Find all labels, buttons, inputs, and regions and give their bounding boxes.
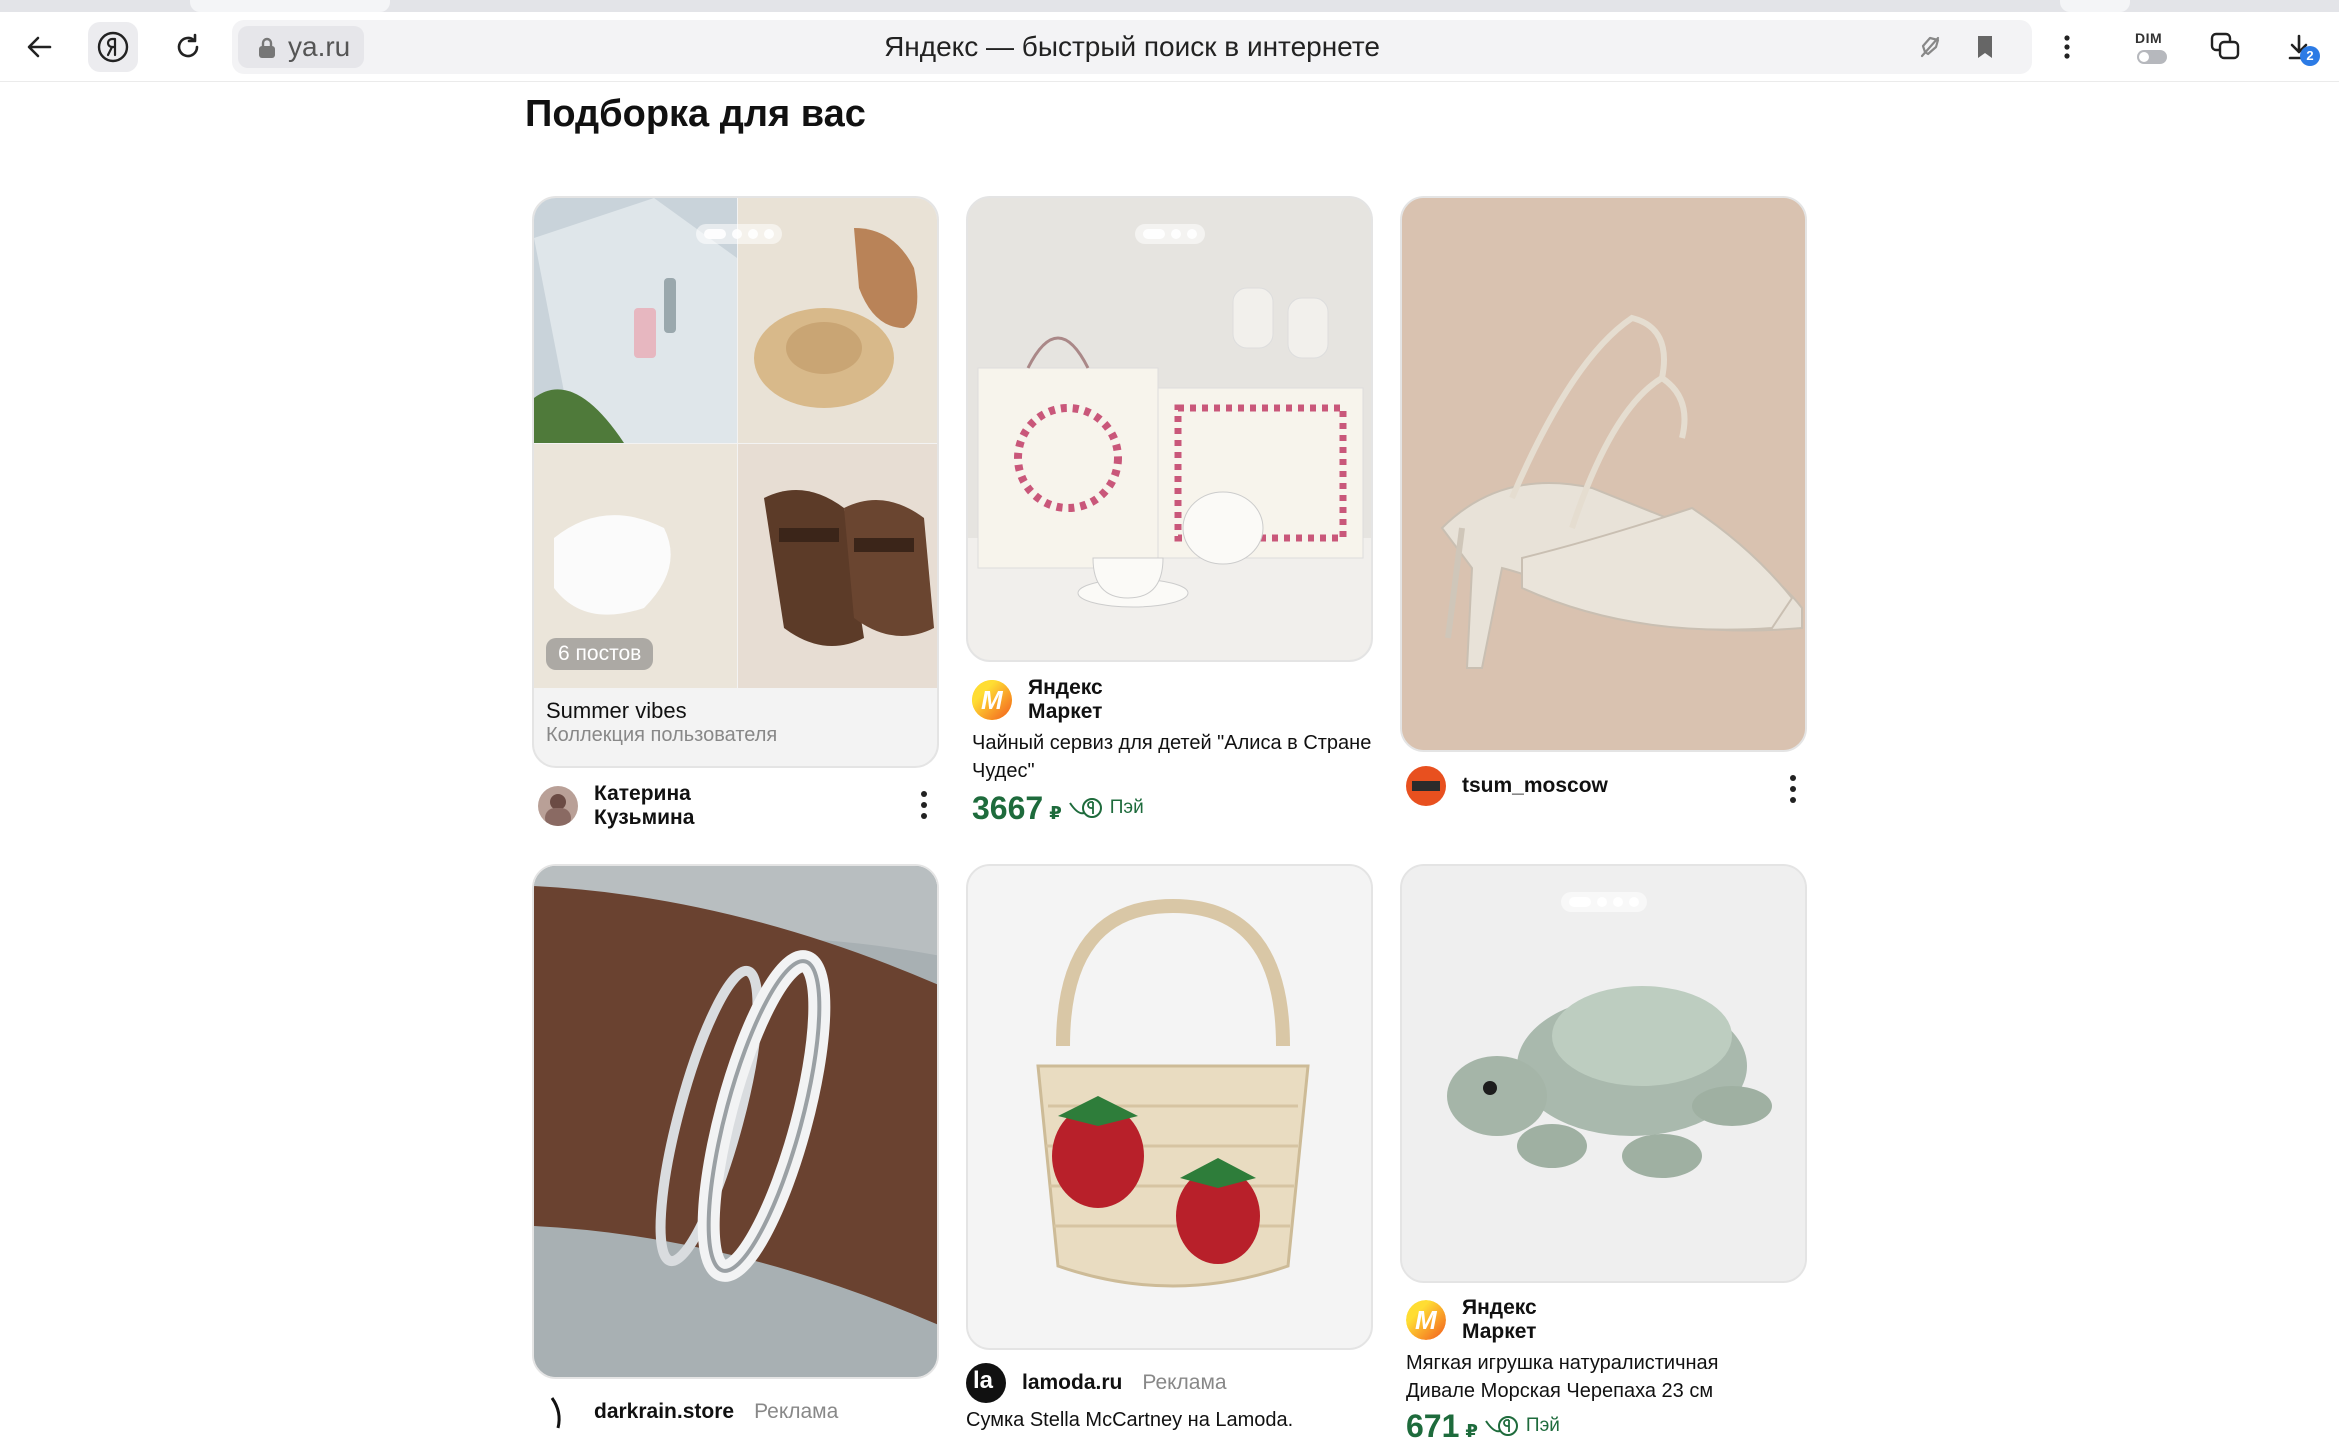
tab-right[interactable] [2060,0,2130,12]
strawberry-basket-image [968,866,1371,1348]
no-tracking-icon[interactable] [1915,32,1945,62]
address-bar[interactable]: ya.ru Яндекс — быстрый поиск в интернете [232,20,2032,74]
yandex-pay-icon [1485,1416,1518,1436]
pay-label: Пэй [1525,1415,1560,1436]
source-row[interactable]: darkrain.store Реклама [538,1392,838,1432]
menu-button[interactable] [2042,22,2092,72]
tsum-logo-icon [1406,766,1446,806]
ad-label: Реклама [1142,1371,1227,1394]
sandals-image [1402,198,1805,750]
collection-title: Summer vibes [546,698,687,723]
pay-label: Пэй [1109,797,1144,818]
author-row[interactable]: Катерина Кузьмина [538,782,694,830]
product-image[interactable] [1400,864,1807,1283]
avatar [538,786,578,826]
more-options-button[interactable] [914,785,934,825]
menu-dots-icon [2064,35,2070,59]
carousel-dots [1560,892,1647,912]
yandex-logo-icon [97,31,129,63]
downloads-button[interactable] [2274,22,2324,72]
lamoda-logo-icon: la [966,1363,1006,1403]
price-currency: ₽ [1465,1421,1478,1438]
author-name: Катерина Кузьмина [594,782,695,829]
more-options-button[interactable] [1783,769,1803,809]
dim-label: DIM [2135,30,2163,46]
price-value: 3667 [972,790,1044,826]
bookmark-icon[interactable] [1970,32,2000,62]
yandex-market-logo-icon: M [1406,1300,1446,1340]
dim-toggle-icon [2137,50,2167,64]
alice-chat-button[interactable] [2200,22,2250,72]
source-name: tsum_moscow [1462,774,1608,797]
yandex-home-button[interactable] [88,22,138,72]
source-row[interactable]: M Яндекс Маркет [1406,1296,1537,1344]
reload-button[interactable] [163,22,213,72]
product-image[interactable] [966,196,1373,662]
carousel-dots [696,224,782,244]
reload-icon [177,33,199,58]
browser-toolbar: ya.ru Яндекс — быстрый поиск в интернете… [0,12,2339,82]
url-domain-chip[interactable]: ya.ru [238,26,365,68]
lock-icon [259,37,275,58]
source-name: darkrain.store [594,1400,735,1423]
yandex-pay-icon [1068,798,1102,818]
turtle-toy-image [1402,866,1805,1281]
source-name: lamoda.ru [1022,1371,1123,1394]
price-row: 3667 ₽ Пэй [972,790,1144,827]
active-tab[interactable] [190,0,390,12]
post-count-badge: 6 постов [546,638,654,670]
product-description[interactable]: Мягкая игрушка натуралистичная Дивале Мо… [1406,1349,1786,1405]
tea-set-image [968,198,1371,660]
page-title-in-address: Яндекс — быстрый поиск в интернете [884,31,1380,62]
yandex-market-logo-icon: M [972,680,1012,720]
dim-toggle[interactable]: DIM [2133,30,2173,70]
alice-chat-icon [2210,32,2240,60]
url-domain: ya.ru [288,31,351,62]
price-currency: ₽ [1049,803,1062,823]
source-name: Яндекс Маркет [1462,1296,1537,1343]
back-icon [27,36,52,58]
source-row[interactable]: la lamoda.ru Реклама [966,1363,1227,1403]
ad-image[interactable] [966,864,1373,1350]
yandex-pay-badge: Пэй [1068,797,1144,819]
source-name: Яндекс Маркет [1028,676,1103,723]
ad-description[interactable]: Сумка Stella McCartney на Lamoda. [966,1406,1386,1434]
bracelet-image [534,866,937,1377]
collection-collage-image [534,198,937,688]
tab-strip [0,0,2339,12]
ad-image[interactable] [532,864,939,1379]
collection-subtitle: Коллекция пользователя [546,724,778,746]
post-image[interactable] [1400,196,1807,752]
carousel-dots [1134,224,1205,244]
ad-label: Реклама [754,1400,839,1423]
source-row[interactable]: tsum_moscow [1406,766,1608,806]
downloads-count-badge: 2 [2300,46,2320,66]
price-value: 671 [1406,1408,1460,1438]
price-row: 671 ₽ Пэй [1406,1408,1560,1438]
source-row[interactable]: M Яндекс Маркет [972,676,1103,724]
yandex-pay-badge: Пэй [1484,1415,1560,1437]
feed-title: Подборка для вас [525,93,866,135]
product-description[interactable]: Чайный сервиз для детей "Алиса в Стране … [972,729,1382,785]
back-button[interactable] [14,22,64,72]
darkrain-logo-icon [538,1392,578,1432]
collection-preview[interactable]: 6 постов Summer vibes Коллекция пользова… [532,196,939,768]
